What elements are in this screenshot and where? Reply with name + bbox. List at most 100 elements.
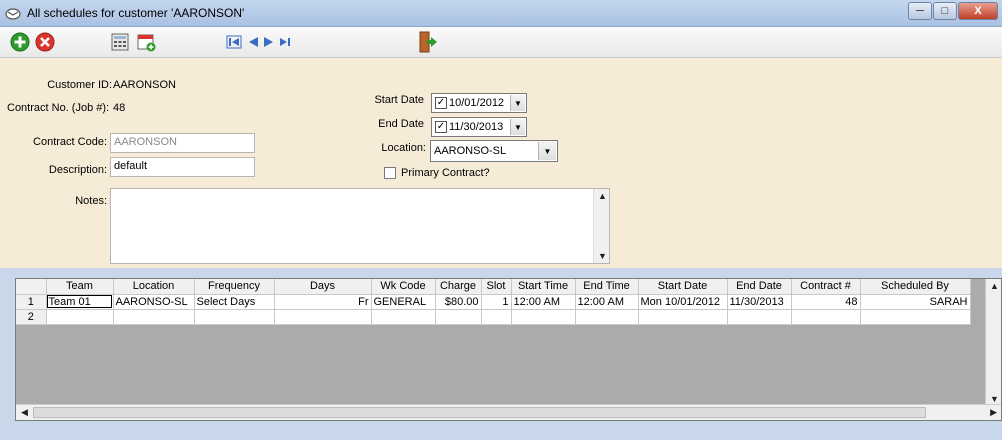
location-select[interactable]: AARONSO-SL ▼ (430, 140, 558, 162)
end-date-label: End Date (378, 118, 424, 130)
window-title: All schedules for customer 'AARONSON' (27, 6, 245, 20)
grid-horizontal-scrollbar[interactable]: ◀ ▶ (16, 404, 1001, 420)
table-cell[interactable] (371, 309, 436, 325)
next-record-icon (264, 37, 273, 47)
column-header[interactable]: Start Date (638, 279, 728, 295)
last-record-button[interactable] (276, 32, 296, 52)
contract-code-field[interactable]: AARONSON (110, 133, 255, 153)
column-header[interactable]: Scheduled By (860, 279, 971, 295)
minimize-button[interactable]: ─ (908, 2, 932, 20)
column-header[interactable]: Frequency (194, 279, 275, 295)
end-date-picker[interactable]: ✓ 11/30/2013 ▼ (431, 117, 527, 137)
last-record-icon (280, 38, 290, 46)
table-cell[interactable]: Mon 10/01/2012 (638, 294, 728, 310)
add-icon (10, 32, 30, 52)
contract-form: Customer ID: AARONSON Contract No. (Job … (0, 58, 1002, 268)
row-number: 2 (16, 309, 47, 325)
start-date-checkbox[interactable]: ✓ (435, 97, 447, 109)
table-row[interactable]: 2 (16, 309, 971, 325)
maximize-button[interactable]: □ (933, 2, 957, 20)
contract-no-value: 48 (113, 102, 126, 114)
notes-scrollbar[interactable]: ▲ ▼ (593, 189, 609, 263)
delete-record-button[interactable] (35, 32, 55, 52)
scroll-up-icon[interactable]: ▲ (598, 191, 607, 201)
start-date-label: Start Date (374, 94, 424, 106)
add-record-button[interactable] (10, 32, 30, 52)
scroll-left-icon[interactable]: ◀ (21, 407, 28, 418)
chevron-down-icon[interactable]: ▼ (538, 142, 556, 160)
table-cell[interactable]: SARAH (860, 294, 971, 310)
scroll-down-icon[interactable]: ▼ (990, 394, 999, 404)
primary-contract-checkbox[interactable] (384, 167, 396, 179)
customer-id-label: Customer ID: (47, 79, 112, 91)
table-cell[interactable]: 11/30/2013 (727, 294, 792, 310)
table-cell[interactable]: GENERAL (371, 294, 436, 310)
table-cell[interactable] (274, 309, 372, 325)
schedules-grid: Team Location Frequency Days Wk Code Cha… (15, 278, 1002, 421)
first-record-button[interactable] (224, 32, 244, 52)
table-cell[interactable] (860, 309, 971, 325)
table-cell[interactable] (113, 309, 195, 325)
column-header[interactable]: End Time (575, 279, 639, 295)
schedule-app-icon (5, 8, 21, 20)
chevron-down-icon[interactable]: ▼ (510, 95, 525, 111)
table-cell[interactable]: 12:00 AM (575, 294, 639, 310)
table-cell[interactable] (481, 309, 512, 325)
table-cell[interactable] (46, 309, 114, 325)
column-header[interactable]: Contract # (791, 279, 861, 295)
calendar-add-icon (137, 34, 156, 52)
table-cell[interactable] (435, 309, 482, 325)
table-cell[interactable] (791, 309, 861, 325)
grid-vertical-scrollbar[interactable]: ▲ ▼ (985, 279, 1001, 406)
scroll-down-icon[interactable]: ▼ (598, 251, 607, 261)
description-field[interactable]: default (110, 157, 255, 177)
column-header[interactable]: Days (274, 279, 372, 295)
table-cell[interactable] (727, 309, 792, 325)
column-header[interactable]: Charge (435, 279, 482, 295)
first-record-icon (226, 35, 242, 49)
row-number: 1 (16, 294, 47, 310)
primary-contract-option[interactable]: Primary Contract? (384, 167, 490, 179)
table-cell[interactable]: 12:00 AM (511, 294, 576, 310)
column-header[interactable]: End Date (727, 279, 792, 295)
location-label: Location: (381, 142, 426, 154)
table-cell[interactable]: Fr (274, 294, 372, 310)
table-cell[interactable]: 1 (481, 294, 512, 310)
table-cell[interactable] (575, 309, 639, 325)
chevron-down-icon[interactable]: ▼ (510, 119, 525, 135)
table-cell[interactable] (638, 309, 728, 325)
column-header (16, 279, 47, 295)
table-cell[interactable] (194, 309, 275, 325)
table-header-row: Team Location Frequency Days Wk Code Cha… (16, 279, 971, 295)
column-header[interactable]: Slot (481, 279, 512, 295)
end-date-checkbox[interactable]: ✓ (435, 121, 447, 133)
column-header[interactable]: Start Time (511, 279, 576, 295)
contract-code-label: Contract Code: (33, 136, 107, 148)
add-calendar-button[interactable] (136, 32, 156, 52)
start-date-value: 10/01/2012 (449, 97, 505, 109)
customer-id-value: AARONSON (113, 79, 176, 91)
column-header[interactable]: Location (113, 279, 195, 295)
exit-button[interactable] (418, 31, 438, 53)
close-window-button[interactable]: X (958, 2, 998, 20)
calculator-button[interactable] (110, 32, 130, 52)
table-cell[interactable]: 48 (791, 294, 861, 310)
column-header[interactable]: Wk Code (371, 279, 436, 295)
column-header[interactable]: Team (46, 279, 114, 295)
table-cell[interactable]: AARONSO-SL (113, 294, 195, 310)
table-cell[interactable] (511, 309, 576, 325)
start-date-picker[interactable]: ✓ 10/01/2012 ▼ (431, 93, 527, 113)
table-cell[interactable]: $80.00 (435, 294, 482, 310)
notes-field[interactable]: ▲ ▼ (110, 188, 610, 264)
schedules-table: Team Location Frequency Days Wk Code Cha… (16, 279, 971, 325)
title-bar: All schedules for customer 'AARONSON' ─ … (0, 0, 1002, 27)
previous-record-icon (249, 37, 258, 47)
table-cell[interactable]: Select Days (194, 294, 275, 310)
table-row[interactable]: 1 Team 01 AARONSO-SL Select Days Fr GENE… (16, 294, 971, 310)
notes-label: Notes: (75, 195, 107, 207)
scrollbar-thumb[interactable] (33, 407, 926, 418)
scroll-right-icon[interactable]: ▶ (990, 407, 997, 418)
table-cell[interactable]: Team 01 (46, 294, 114, 310)
contract-no-label: Contract No. (Job #): (7, 102, 110, 114)
scroll-up-icon[interactable]: ▲ (990, 281, 999, 291)
